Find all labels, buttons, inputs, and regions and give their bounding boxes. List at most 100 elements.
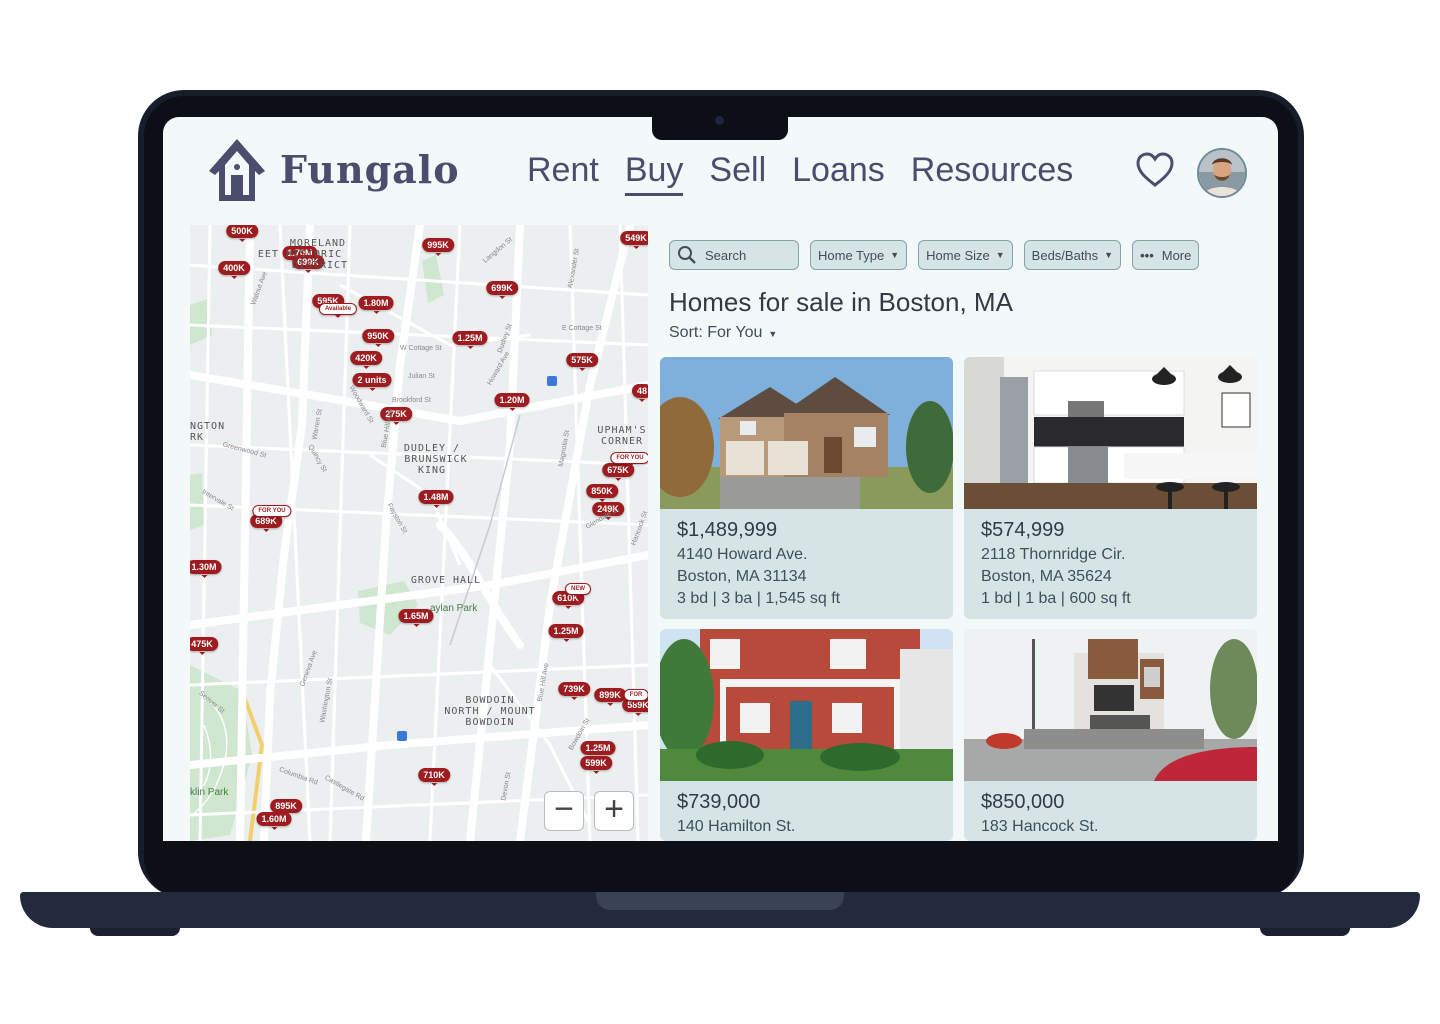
brand-name[interactable]: Fungalo	[280, 147, 460, 192]
search-icon	[678, 246, 696, 264]
map-area-label: EET HISTORIC	[257, 249, 343, 260]
nav-resources[interactable]: Resources	[911, 151, 1074, 190]
map-area-label: DUDLEY /	[403, 443, 461, 454]
price-pin[interactable]: 1.60M	[256, 812, 292, 830]
more-label: More	[1161, 247, 1192, 263]
price-pin[interactable]: FOR	[623, 689, 648, 704]
map-streets	[190, 225, 648, 841]
map-area-label: BOWDOIN	[465, 695, 515, 706]
house-photo	[660, 629, 953, 781]
map-area-label: BRUNSWICK	[404, 454, 468, 465]
listing-street: 2118 Thornridge Cir.	[981, 546, 1126, 563]
listing-card[interactable]: $739,000 140 Hamilton St.	[660, 629, 953, 841]
price-pin[interactable]: 850K	[586, 484, 618, 502]
price-pin[interactable]: 710K	[418, 768, 450, 786]
price-pin[interactable]: 400K	[218, 261, 250, 279]
sort-label: Sort: For You	[669, 324, 763, 341]
listing-card[interactable]: $850,000 183 Hancock St.	[964, 629, 1257, 841]
laptop-hinge	[596, 892, 844, 910]
price-pin[interactable]: 699K	[486, 281, 518, 299]
street-label: W Cottage St	[400, 345, 442, 352]
map-area-label: RK	[190, 432, 205, 443]
price-pin[interactable]: 549K	[620, 231, 648, 249]
heart-icon[interactable]	[1135, 151, 1175, 189]
map-area-label: UPHAM'S	[597, 425, 647, 436]
beds-baths-dropdown[interactable]: Beds/Baths ▼	[1023, 240, 1122, 270]
listing-card[interactable]: $574,999 2118 Thornridge Cir. Boston, MA…	[964, 357, 1257, 619]
listing-street: 183 Hancock St.	[981, 818, 1099, 835]
price-pin[interactable]: 599K	[580, 756, 612, 774]
price-pin[interactable]: 950K	[362, 329, 394, 347]
laptop-foot	[1260, 928, 1350, 936]
listing-street: 4140 Howard Ave.	[677, 546, 808, 563]
nav-sell[interactable]: Sell	[709, 151, 766, 190]
listing-price: $850,000	[981, 791, 1065, 813]
price-pin[interactable]: 995K	[422, 238, 454, 256]
sort-dropdown[interactable]: Sort: For You ▼	[669, 324, 777, 342]
price-pin[interactable]: 1.65M	[398, 609, 434, 627]
map-area-label: BOWDOIN	[465, 717, 515, 728]
price-pin[interactable]: Available	[318, 303, 358, 318]
price-pin[interactable]: 1.25M	[548, 624, 584, 642]
listing-details: 3 bd | 3 ba | 1,545 sq ft	[677, 590, 841, 607]
price-pin[interactable]: 48	[631, 384, 648, 402]
listing-city: Boston, MA 35624	[981, 568, 1112, 585]
search-input[interactable]: Search	[669, 240, 799, 270]
price-pin[interactable]: 1.25M	[580, 741, 616, 759]
price-pin[interactable]: 500K	[226, 225, 258, 242]
listing-details: 1 bd | 1 ba | 600 sq ft	[981, 590, 1131, 607]
kitchen-photo	[964, 357, 1257, 509]
price-pin[interactable]: 1.48M	[418, 490, 454, 508]
home-type-dropdown[interactable]: Home Type ▼	[810, 240, 908, 270]
caret-down-icon: ▼	[890, 250, 900, 260]
park-label: aylan Park	[430, 603, 478, 614]
nav-buy[interactable]: Buy	[624, 151, 683, 196]
price-pin[interactable]: FOR YOU	[252, 505, 292, 520]
price-pin[interactable]: NEW	[565, 583, 591, 598]
map-area-label: MORELAND	[289, 238, 347, 249]
caret-down-icon: ▼	[768, 329, 778, 339]
price-pin[interactable]: 420K	[350, 351, 382, 369]
price-pin[interactable]: 2 units	[352, 373, 392, 391]
listing-price: $1,489,999	[677, 519, 778, 541]
map-area-label: GROVE HALL	[410, 575, 482, 586]
street-label: E Cottage St	[562, 325, 602, 332]
search-placeholder: Search	[705, 247, 747, 263]
nav-rent[interactable]: Rent	[527, 151, 599, 190]
price-pin[interactable]: 895K	[270, 799, 302, 817]
nav-loans[interactable]: Loans	[792, 151, 885, 190]
price-pin[interactable]: 1.20M	[494, 393, 530, 411]
price-pin[interactable]: FOR YOU	[610, 452, 648, 467]
price-pin[interactable]: 575K	[566, 353, 598, 371]
price-pin[interactable]: 739K	[558, 682, 590, 700]
beds-baths-label: Beds/Baths	[1031, 247, 1099, 263]
map[interactable]: − + 500K 1.70M 699K 995K 549K 400K 699K 595K 1.8…	[190, 225, 648, 841]
caret-down-icon: ▼	[1104, 250, 1114, 260]
caret-down-icon: ▼	[995, 250, 1005, 260]
map-area-label: NORTH / MOUNT	[444, 706, 536, 717]
price-pin[interactable]: 1.80M	[358, 296, 394, 314]
home-size-label: Home Size	[926, 247, 990, 263]
street-label: Julian St	[408, 373, 435, 380]
listing-price: $574,999	[981, 519, 1065, 541]
price-pin[interactable]: 1.30M	[190, 560, 222, 578]
more-dots-icon: •••	[1140, 247, 1154, 263]
home-size-dropdown[interactable]: Home Size ▼	[918, 240, 1013, 270]
listing-card[interactable]: $1,489,999 4140 Howard Ave. Boston, MA 3…	[660, 357, 953, 619]
avatar[interactable]	[1197, 148, 1247, 198]
map-area-label: KING	[417, 465, 447, 476]
zoom-in-button[interactable]: +	[594, 791, 634, 831]
house-photo	[660, 357, 953, 509]
house-photo	[964, 629, 1257, 781]
home-type-label: Home Type	[818, 247, 885, 263]
street-label: Brookford St	[392, 397, 431, 404]
more-filters-button[interactable]: ••• More	[1132, 240, 1200, 270]
main-nav: Rent Buy Sell Loans Resources	[527, 151, 1074, 196]
listing-street: 140 Hamilton St.	[677, 818, 796, 835]
page-title: Homes for sale in Boston, MA	[669, 287, 1013, 317]
price-pin[interactable]: 899K	[594, 688, 626, 706]
house-logo-icon[interactable]	[207, 137, 267, 205]
price-pin[interactable]: 475K	[190, 637, 218, 655]
price-pin[interactable]: 1.25M	[452, 331, 488, 349]
zoom-out-button[interactable]: −	[544, 791, 584, 831]
